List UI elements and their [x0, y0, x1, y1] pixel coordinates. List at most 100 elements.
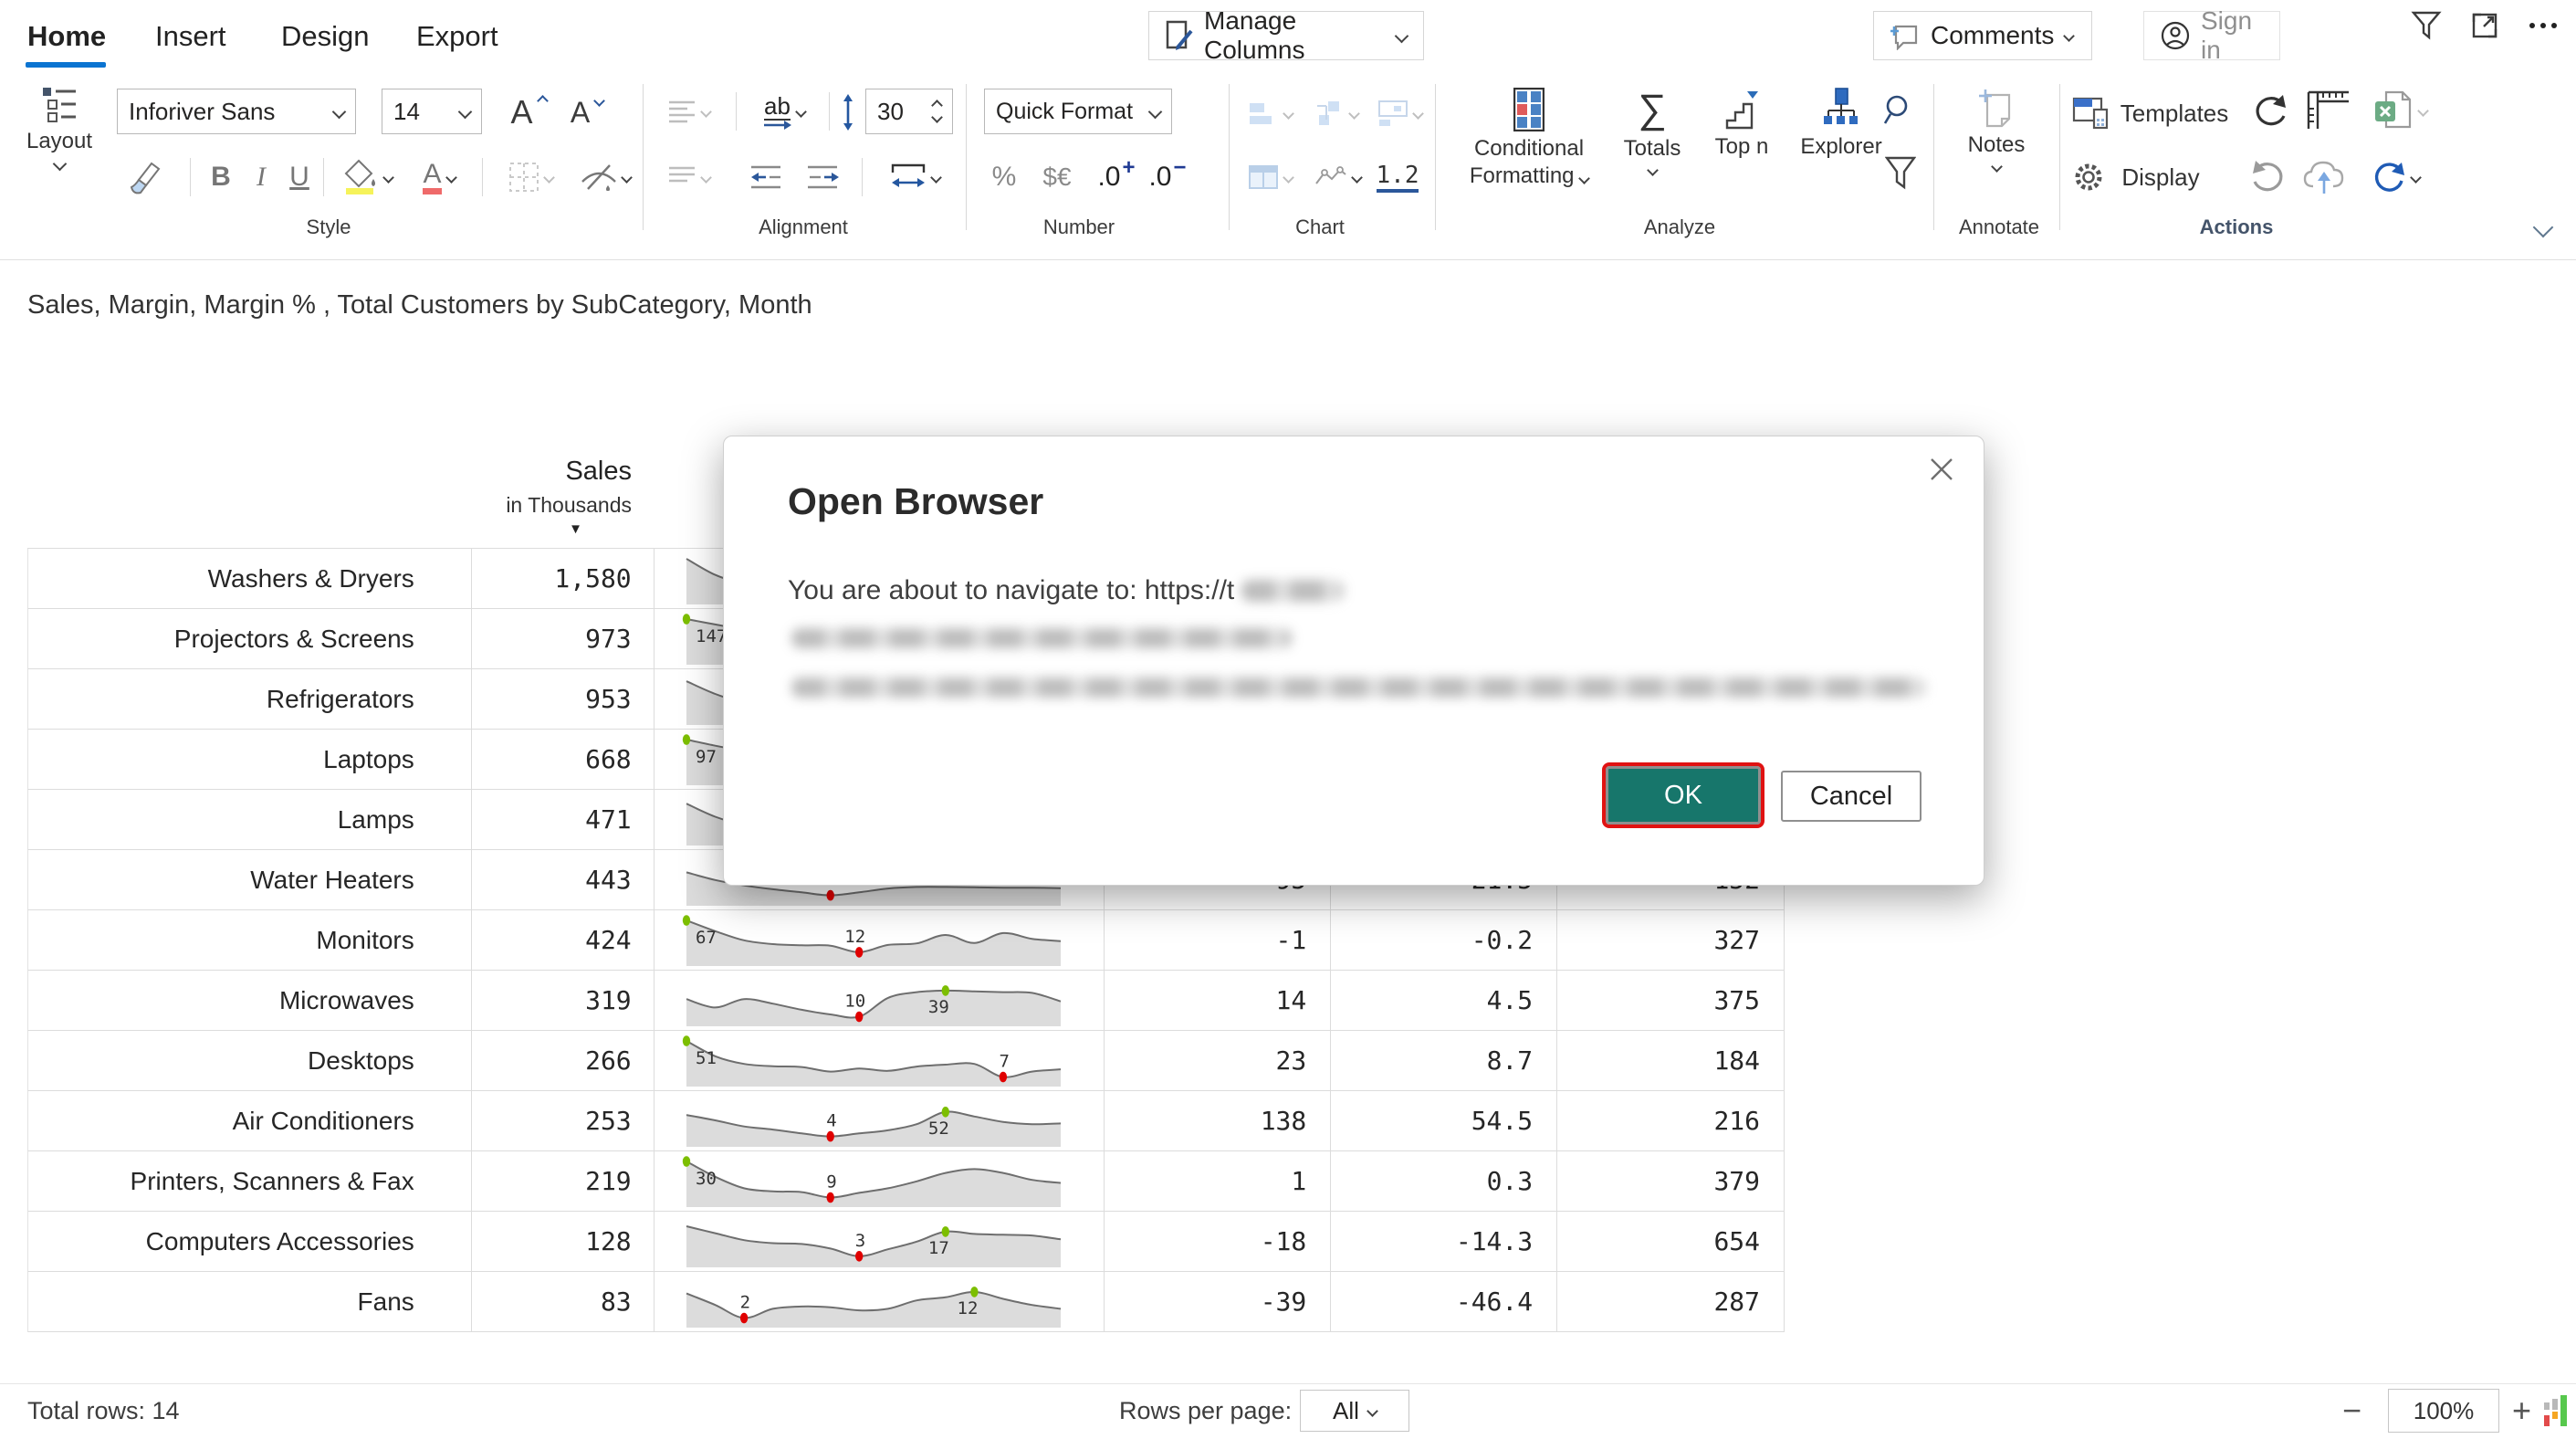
subcategory-cell[interactable]: Computers Accessories: [28, 1212, 472, 1271]
conditional-formatting-button[interactable]: Conditional Formatting: [1457, 88, 1601, 190]
customers-cell[interactable]: 327: [1557, 910, 1785, 970]
filter-icon[interactable]: [2406, 5, 2446, 46]
margin-cell[interactable]: 23: [1105, 1031, 1331, 1090]
subcategory-cell[interactable]: Air Conditioners: [28, 1091, 472, 1150]
sales-cell[interactable]: 471: [472, 790, 654, 849]
rows-per-page-select[interactable]: All: [1300, 1390, 1409, 1432]
table-row[interactable]: Computers Accessories128173-18-14.3654: [27, 1212, 1785, 1272]
text-align-button[interactable]: [659, 91, 719, 131]
templates-button[interactable]: Templates: [2112, 95, 2236, 131]
subcategory-cell[interactable]: Monitors: [28, 910, 472, 970]
chart-type-button-disabled[interactable]: [1241, 93, 1298, 133]
percent-format-button[interactable]: %: [984, 157, 1024, 197]
italic-button[interactable]: I: [243, 157, 279, 197]
row-height-stepper[interactable]: 30: [865, 89, 953, 134]
table-row[interactable]: Microwaves3193910144.5375: [27, 971, 1785, 1031]
margin-cell[interactable]: 138: [1105, 1091, 1331, 1150]
bold-button[interactable]: B: [203, 157, 239, 197]
combo-chart-button-disabled[interactable]: [1307, 93, 1364, 133]
explorer-button[interactable]: Explorer: [1787, 88, 1895, 161]
column-header-sales[interactable]: Sales: [565, 457, 632, 487]
sales-cell[interactable]: 443: [472, 850, 654, 909]
sparkline-cell[interactable]: 517: [654, 1031, 1105, 1090]
underline-button[interactable]: U: [281, 157, 318, 197]
collapse-ribbon-button[interactable]: [2521, 214, 2565, 241]
margin-cell[interactable]: -1: [1105, 910, 1331, 970]
focus-mode-icon[interactable]: [2465, 5, 2505, 46]
close-icon[interactable]: [1923, 451, 1960, 488]
margin-pct-cell[interactable]: -0.2: [1331, 910, 1557, 970]
tab-insert[interactable]: Insert: [155, 20, 226, 53]
font-name-select[interactable]: Inforiver Sans: [117, 89, 356, 134]
tab-home[interactable]: Home: [27, 20, 106, 53]
number-format-button[interactable]: 1.2: [1375, 157, 1420, 197]
subcategory-cell[interactable]: Water Heaters: [28, 850, 472, 909]
filter-rows-button[interactable]: [1880, 152, 1921, 195]
table-row[interactable]: Monitors4246712-1-0.2327: [27, 910, 1785, 971]
borders-button[interactable]: [497, 157, 564, 197]
tab-design[interactable]: Design: [281, 20, 370, 53]
customers-cell[interactable]: 287: [1557, 1272, 1785, 1331]
sales-cell[interactable]: 953: [472, 669, 654, 729]
sparkline-cell[interactable]: 309: [654, 1151, 1105, 1211]
margin-cell[interactable]: -39: [1105, 1272, 1331, 1331]
top-n-button[interactable]: Top n: [1700, 88, 1784, 161]
sales-cell[interactable]: 319: [472, 971, 654, 1030]
customers-cell[interactable]: 654: [1557, 1212, 1785, 1271]
more-options-icon[interactable]: [2523, 5, 2563, 46]
increase-indent-button[interactable]: [800, 157, 847, 197]
sales-cell[interactable]: 668: [472, 730, 654, 789]
layout-button[interactable]: Layout: [20, 86, 99, 169]
sales-cell[interactable]: 424: [472, 910, 654, 970]
sparkline-cell[interactable]: 3910: [654, 971, 1105, 1030]
display-button[interactable]: Display: [2110, 159, 2211, 195]
sparkline-button[interactable]: [1307, 157, 1367, 197]
totals-button[interactable]: ∑ Totals: [1608, 88, 1696, 174]
customers-cell[interactable]: 184: [1557, 1031, 1785, 1090]
format-painter-button[interactable]: [120, 157, 168, 197]
hide-values-button[interactable]: [575, 157, 635, 197]
margin-pct-cell[interactable]: 0.3: [1331, 1151, 1557, 1211]
subcategory-cell[interactable]: Desktops: [28, 1031, 472, 1090]
font-color-button[interactable]: A: [411, 157, 467, 197]
customers-cell[interactable]: 216: [1557, 1091, 1785, 1150]
margin-pct-cell[interactable]: 8.7: [1331, 1031, 1557, 1090]
sort-descending-icon[interactable]: ▼: [569, 521, 582, 537]
margin-pct-cell[interactable]: -14.3: [1331, 1212, 1557, 1271]
subcategory-cell[interactable]: Printers, Scanners & Fax: [28, 1151, 472, 1211]
shrink-font-button[interactable]: A: [562, 91, 612, 133]
sparkline-cell[interactable]: 122: [654, 1272, 1105, 1331]
redo-button[interactable]: [2247, 157, 2291, 197]
manage-columns-button[interactable]: Manage Columns: [1148, 11, 1424, 60]
sales-cell[interactable]: 128: [472, 1212, 654, 1271]
decrease-decimal-button[interactable]: .0 −: [1143, 157, 1192, 197]
margin-cell[interactable]: -18: [1105, 1212, 1331, 1271]
sales-cell[interactable]: 266: [472, 1031, 654, 1090]
decrease-indent-button[interactable]: [743, 157, 791, 197]
subcategory-cell[interactable]: Fans: [28, 1272, 472, 1331]
highlight-color-button[interactable]: [336, 157, 398, 197]
table-row[interactable]: Fans83122-39-46.4287: [27, 1272, 1785, 1332]
font-size-select[interactable]: 14: [382, 89, 482, 134]
margin-cell[interactable]: 14: [1105, 971, 1331, 1030]
margin-pct-cell[interactable]: 4.5: [1331, 971, 1557, 1030]
comments-button[interactable]: Comments: [1873, 11, 2092, 60]
zoom-in-button[interactable]: +: [2512, 1392, 2531, 1430]
inforiver-logo[interactable]: [2543, 1392, 2572, 1428]
notes-button[interactable]: Notes: [1946, 88, 2047, 171]
margin-pct-cell[interactable]: -46.4: [1331, 1272, 1557, 1331]
refresh-button[interactable]: [2362, 157, 2426, 197]
table-row[interactable]: Printers, Scanners & Fax21930910.3379: [27, 1151, 1785, 1212]
increase-decimal-button[interactable]: .0 +: [1092, 157, 1141, 197]
sales-cell[interactable]: 83: [472, 1272, 654, 1331]
table-row[interactable]: Air Conditioners25352413854.5216: [27, 1091, 1785, 1151]
cloud-upload-button[interactable]: [2299, 157, 2350, 197]
subcategory-cell[interactable]: Projectors & Screens: [28, 609, 472, 668]
grow-font-button[interactable]: A: [504, 91, 553, 133]
undo-button[interactable]: [2247, 91, 2291, 131]
vertical-align-button[interactable]: [659, 157, 719, 197]
sales-cell[interactable]: 219: [472, 1151, 654, 1211]
sparkline-cell[interactable]: 6712: [654, 910, 1105, 970]
sparkline-cell[interactable]: 173: [654, 1212, 1105, 1271]
subcategory-cell[interactable]: Microwaves: [28, 971, 472, 1030]
